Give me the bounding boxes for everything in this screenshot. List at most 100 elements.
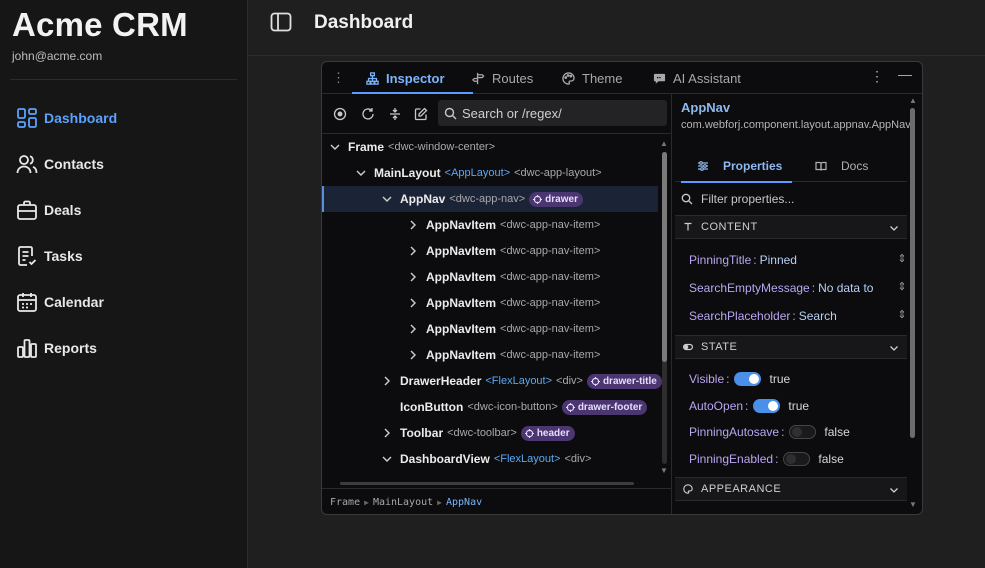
tree-node-tag: <dwc-app-nav> bbox=[449, 193, 526, 205]
breadcrumb-item[interactable]: MainLayout bbox=[373, 497, 433, 508]
chevron-right-icon[interactable] bbox=[408, 272, 418, 282]
chevron-right-icon[interactable] bbox=[408, 350, 418, 360]
property-value[interactable]: Search bbox=[799, 309, 837, 323]
section-content[interactable]: CONTENT bbox=[675, 215, 907, 239]
scroll-up-icon[interactable]: ▲ bbox=[660, 139, 668, 148]
property-row[interactable]: SearchEmptyMessage: No data to bbox=[689, 279, 899, 297]
toggle-switch[interactable] bbox=[783, 452, 811, 466]
bar-chart-icon bbox=[16, 337, 38, 359]
tree-row[interactable]: DashboardView <FlexLayout> <div> bbox=[322, 446, 658, 472]
chevron-down-icon[interactable] bbox=[330, 142, 340, 152]
property-row[interactable]: PinningTitle: Pinned bbox=[689, 251, 899, 269]
sidebar-nav: Dashboard Contacts Deals Tasks Calendar … bbox=[0, 95, 247, 371]
toggle-knob bbox=[768, 401, 779, 411]
drawer-toggle-button[interactable] bbox=[268, 10, 294, 34]
properties-scrollbar[interactable] bbox=[910, 108, 915, 438]
tree-node-name: AppNavItem bbox=[426, 348, 497, 362]
property-colon: : bbox=[781, 425, 785, 439]
collapse-all-icon[interactable] bbox=[387, 106, 403, 122]
scrollbar-thumb[interactable] bbox=[662, 152, 667, 362]
sidebar-item-dashboard[interactable]: Dashboard bbox=[0, 95, 247, 141]
tree-row[interactable]: AppNav <dwc-app-nav> drawer bbox=[322, 186, 658, 212]
tree-row[interactable]: AppNavItem <dwc-app-nav-item> bbox=[322, 212, 658, 238]
tree-row[interactable]: IconButton <dwc-icon-button> drawer-footer bbox=[322, 394, 658, 420]
expand-value-icon[interactable]: ⇕ bbox=[896, 308, 908, 322]
tree-node-name: DashboardView bbox=[400, 452, 490, 466]
scrollbar-thumb[interactable] bbox=[910, 108, 915, 438]
tab-theme[interactable]: Theme bbox=[562, 62, 622, 94]
tree-node-name: Frame bbox=[348, 140, 385, 154]
property-value[interactable]: No data to bbox=[818, 281, 873, 295]
tree-row[interactable]: DrawerHeader <FlexLayout> <div> drawer-titl… bbox=[322, 368, 662, 394]
tree-row[interactable]: AppNavItem <dwc-app-nav-item> bbox=[322, 238, 658, 264]
pick-element-icon[interactable] bbox=[332, 106, 348, 122]
tree-row[interactable]: AppNavItem <dwc-app-nav-item> bbox=[322, 264, 658, 290]
tab-docs[interactable]: Docs bbox=[815, 159, 868, 173]
chevron-right-icon[interactable] bbox=[382, 428, 392, 438]
sidebar-item-deals[interactable]: Deals bbox=[0, 187, 247, 233]
sidebar-item-calendar[interactable]: Calendar bbox=[0, 279, 247, 325]
tree-search-input[interactable]: Search or /regex/ bbox=[438, 100, 667, 126]
chevron-right-icon[interactable] bbox=[408, 220, 418, 230]
search-icon bbox=[681, 193, 693, 205]
section-title: STATE bbox=[701, 341, 738, 353]
property-value[interactable]: Pinned bbox=[760, 253, 797, 267]
tree-node-tag: <dwc-app-layout> bbox=[514, 167, 602, 179]
tree-scrollbar[interactable] bbox=[662, 152, 667, 464]
tree-row[interactable]: AppNavItem <dwc-app-nav-item> bbox=[322, 316, 658, 342]
edit-icon[interactable] bbox=[413, 106, 429, 122]
selected-component-name: AppNav bbox=[681, 100, 731, 115]
sidebar-item-contacts[interactable]: Contacts bbox=[0, 141, 247, 187]
chevron-right-icon[interactable] bbox=[408, 246, 418, 256]
tree-row[interactable]: AppNavItem <dwc-app-nav-item> bbox=[322, 290, 658, 316]
scroll-up-icon[interactable]: ▲ bbox=[909, 96, 917, 105]
tab-ai-assistant[interactable]: AI Assistant bbox=[653, 62, 741, 94]
chevron-down-icon[interactable] bbox=[382, 194, 392, 204]
chevron-right-icon[interactable] bbox=[382, 376, 392, 386]
tree-row[interactable]: Toolbar <dwc-toolbar> header bbox=[322, 420, 658, 446]
tab-inspector[interactable]: Inspector bbox=[352, 62, 472, 94]
chevron-right-icon[interactable] bbox=[408, 324, 418, 334]
scroll-down-icon[interactable]: ▼ bbox=[660, 466, 668, 475]
section-state[interactable]: STATE bbox=[675, 335, 907, 359]
tree-row[interactable]: Frame <dwc-window-center> bbox=[322, 134, 658, 160]
sidebar-item-reports[interactable]: Reports bbox=[0, 325, 247, 371]
tree-node-tag: <dwc-icon-button> bbox=[467, 401, 558, 413]
tab-properties[interactable]: Properties bbox=[680, 159, 793, 183]
breadcrumb-current[interactable]: AppNav bbox=[446, 497, 482, 508]
drag-handle-icon[interactable]: ⋮ bbox=[332, 70, 345, 86]
sidebar-item-tasks[interactable]: Tasks bbox=[0, 233, 247, 279]
chevron-down-icon[interactable] bbox=[356, 168, 366, 178]
chevron-right-icon[interactable] bbox=[408, 298, 418, 308]
toggle-switch[interactable] bbox=[734, 372, 762, 386]
tree-toolbar: Search or /regex/ bbox=[322, 94, 672, 134]
tab-label: AI Assistant bbox=[673, 70, 741, 86]
chevron-down-icon[interactable] bbox=[382, 454, 392, 464]
section-appearance[interactable]: APPEARANCE bbox=[675, 477, 907, 501]
scroll-down-icon[interactable]: ▼ bbox=[909, 500, 917, 509]
toggle-switch[interactable] bbox=[789, 425, 817, 439]
calendar-icon bbox=[16, 291, 38, 313]
sliders-icon bbox=[698, 161, 708, 171]
minimize-icon[interactable]: — bbox=[898, 66, 912, 82]
toggle-switch[interactable] bbox=[753, 399, 781, 413]
tree-row[interactable]: MainLayout <AppLayout> <dwc-app-layout> bbox=[322, 160, 658, 186]
tab-routes[interactable]: Routes bbox=[472, 62, 533, 94]
tab-label: Inspector bbox=[386, 70, 445, 86]
slot-icon bbox=[533, 194, 543, 204]
slot-badge: header bbox=[520, 425, 575, 441]
slot-badge: drawer-footer bbox=[561, 399, 648, 415]
filter-properties-input[interactable]: Filter properties... bbox=[681, 190, 901, 208]
expand-value-icon[interactable]: ⇕ bbox=[896, 252, 908, 266]
more-options-icon[interactable]: ⋮ bbox=[870, 68, 884, 85]
expand-value-icon[interactable]: ⇕ bbox=[896, 280, 908, 294]
tree-node-tag: <dwc-app-nav-item> bbox=[500, 271, 601, 283]
breadcrumb-item[interactable]: Frame bbox=[330, 497, 360, 508]
property-row[interactable]: SearchPlaceholder: Search bbox=[689, 307, 899, 325]
slot-label: drawer bbox=[545, 193, 578, 205]
tree-row[interactable]: AppNavItem <dwc-app-nav-item> bbox=[322, 342, 658, 368]
refresh-icon[interactable] bbox=[360, 106, 376, 122]
property-colon: : bbox=[811, 281, 816, 295]
tree-horizontal-scrollbar[interactable] bbox=[340, 482, 634, 485]
